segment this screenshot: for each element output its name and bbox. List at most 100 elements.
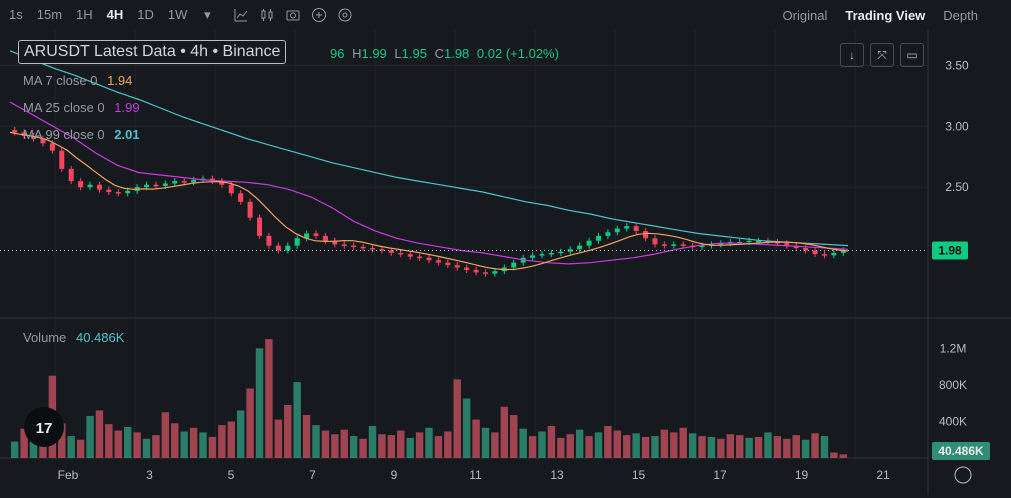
view-tabs: Original Trading View Depth: [774, 0, 1011, 30]
indicator-icon[interactable]: [228, 0, 254, 30]
volume-value: 40.486K: [76, 330, 125, 345]
x-tick-label: 19: [795, 468, 809, 482]
current-price-label: 1.98: [938, 243, 962, 257]
volume-bar: [265, 339, 273, 458]
volume-bar: [632, 433, 640, 458]
volume-bar: [284, 404, 292, 458]
x-tick-label: Feb: [58, 468, 79, 482]
candle-body: [360, 246, 366, 249]
tab-depth[interactable]: Depth: [934, 8, 987, 23]
candle-body: [294, 238, 300, 246]
volume-bar: [444, 431, 452, 458]
volume-bar: [839, 454, 847, 458]
camera-icon[interactable]: [280, 0, 306, 30]
volume-bar: [500, 406, 509, 458]
candle-body: [464, 267, 470, 270]
x-tick-label: 13: [550, 468, 564, 482]
volume-bar: [773, 436, 782, 458]
volume-bar: [293, 382, 301, 458]
volume-bar: [208, 436, 217, 458]
volume-bar: [180, 431, 188, 458]
candle-body: [595, 235, 601, 241]
candle-body: [417, 256, 423, 259]
chart-buttons: ↓ ⤧ ▭: [840, 43, 924, 67]
chevron-down-icon[interactable]: ▾: [194, 0, 220, 30]
arrow-down-icon[interactable]: ↓: [840, 43, 864, 67]
volume-bar: [453, 379, 461, 458]
volume-bar: [425, 427, 433, 458]
chart-area[interactable]: 3.50 3.00 2.50 1.2M 800K 400K Feb 3 5 7 9 11 13 15 17 1…: [0, 30, 1011, 495]
candle-body: [106, 189, 112, 193]
candle-body: [12, 129, 18, 133]
candle-body: [482, 272, 488, 274]
tab-trading-view[interactable]: Trading View: [836, 8, 934, 23]
candle-body: [435, 260, 441, 263]
volume-bar: [698, 436, 706, 458]
candle-body: [746, 240, 752, 243]
volume-bar: [745, 437, 753, 458]
candle-body: [548, 252, 554, 255]
volume-bar: [359, 438, 367, 458]
x-tick-label: 3: [146, 468, 153, 482]
volume-bar: [519, 428, 527, 458]
x-tick-label: 7: [309, 468, 316, 482]
volume-bar: [707, 436, 716, 458]
candle-body: [407, 254, 413, 257]
volume-bar: [623, 435, 631, 458]
candle-body: [473, 269, 479, 273]
volume-bar: [811, 433, 819, 458]
volume-bar: [331, 434, 339, 458]
timeframe-1d[interactable]: 1D: [130, 0, 161, 30]
volume-bar: [585, 436, 593, 458]
tab-original[interactable]: Original: [774, 8, 837, 23]
collapse-icon[interactable]: ⤧: [870, 43, 894, 67]
volume-bar: [566, 434, 574, 458]
candle-body: [492, 271, 498, 274]
timeframe-4h[interactable]: 4H: [100, 0, 131, 30]
candle-body: [153, 184, 159, 187]
ma7-label: MA 7 close 0: [23, 73, 98, 88]
volume-bar: [764, 432, 772, 458]
volume-bar: [575, 429, 584, 458]
candle-body: [191, 179, 197, 183]
volume-tick-label: 800K: [939, 378, 967, 392]
volume-bar: [472, 419, 480, 458]
candle-body: [426, 257, 432, 261]
timeframe-1h[interactable]: 1H: [69, 0, 100, 30]
volume-bar: [547, 426, 556, 458]
fullscreen-icon[interactable]: ▭: [900, 43, 924, 67]
candle-body: [59, 150, 65, 169]
candle-body: [370, 248, 376, 250]
symbol-title[interactable]: ARUSDT Latest Data • 4h • Binance: [18, 40, 287, 64]
candle-body: [68, 168, 74, 182]
volume-bar: [660, 429, 669, 458]
chart-svg[interactable]: 3.50 3.00 2.50 1.2M 800K 400K Feb 3 5 7 9 11 13 15 17 1…: [0, 30, 1011, 495]
candle-body: [172, 181, 178, 184]
x-tick-label: 17: [713, 468, 727, 482]
timeframe-1s[interactable]: 1s: [2, 0, 30, 30]
timeframe-1w[interactable]: 1W: [161, 0, 195, 30]
change-value: 0.02 (+1.02%): [476, 46, 559, 61]
x-tick-label: 21: [876, 468, 890, 482]
candle-body: [539, 254, 545, 256]
timeframe-15m[interactable]: 15m: [30, 0, 69, 30]
candle-body: [275, 245, 281, 251]
candle-body: [812, 250, 818, 255]
candle-body: [388, 250, 394, 253]
volume-bar: [321, 430, 330, 458]
tradingview-logo-mark: 17: [36, 420, 53, 437]
add-icon[interactable]: [306, 0, 332, 30]
volume-tick-label: 1.2M: [940, 341, 967, 355]
volume-bar: [199, 432, 207, 458]
volume-bar: [227, 421, 235, 458]
volume-bar: [491, 432, 499, 458]
volume-bar: [481, 427, 490, 458]
volume-bar: [801, 439, 810, 458]
toolbar: 1s 15m 1H 4H 1D 1W ▾ Original Trading View De…: [0, 0, 1011, 30]
settings-icon[interactable]: [332, 0, 358, 30]
volume-bar: [538, 431, 546, 458]
volume-bar: [11, 441, 19, 458]
ma99-row: MA 99 close 0 2.01: [23, 127, 140, 142]
candle-type-icon[interactable]: [254, 0, 280, 30]
volume-bar: [246, 388, 254, 458]
